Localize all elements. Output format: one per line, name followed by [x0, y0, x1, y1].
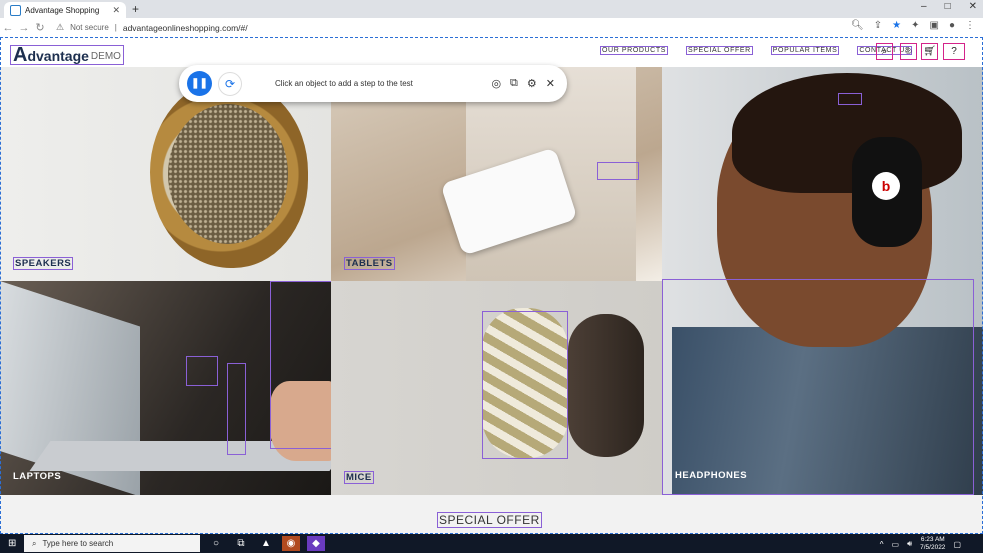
share-icon[interactable]: ⇪: [874, 20, 882, 31]
recorder-message: Click an object to add a step to the tes…: [275, 79, 413, 88]
zoom-icon[interactable]: 🔍︎: [851, 20, 864, 31]
site-header: A dvantage DEMO OUR PRODUCTS SPECIAL OFF…: [0, 37, 983, 67]
highlight-box: [186, 356, 218, 386]
profile-icon[interactable]: ●: [949, 20, 955, 31]
new-tab-button[interactable]: +: [132, 2, 139, 16]
category-laptops[interactable]: LAPTOPS: [0, 281, 331, 495]
brown-mouse-image: [568, 314, 644, 457]
highlight-box: [270, 281, 331, 449]
volume-icon[interactable]: 🔊︎: [907, 539, 912, 549]
recorder-toolbar: ❚❚ ⟳ Click an object to add a step to th…: [179, 65, 567, 102]
highlight-box: [227, 363, 246, 455]
notifications-icon[interactable]: ▢: [953, 540, 961, 549]
close-tab-icon[interactable]: ✕: [112, 5, 120, 16]
app-icon[interactable]: ▲: [257, 536, 275, 551]
menu-special-offer[interactable]: SPECIAL OFFER: [685, 46, 753, 55]
cortana-icon[interactable]: ○: [207, 536, 225, 551]
category-headphones[interactable]: b HEADPHONES: [662, 67, 983, 495]
highlight-box: [662, 279, 974, 495]
logo-sub: DEMO: [90, 51, 121, 62]
clock[interactable]: 6:23 AM 7/5/2022: [920, 536, 945, 552]
separator: |: [114, 23, 117, 32]
bookmark-star-icon[interactable]: ★: [892, 20, 901, 31]
target-icon[interactable]: ◎: [491, 77, 501, 90]
favicon-icon: [10, 4, 21, 16]
tray-chevron-icon[interactable]: ^: [880, 540, 884, 549]
mice-label[interactable]: MICE: [344, 471, 374, 484]
menu-popular-items[interactable]: POPULAR ITEMS: [770, 46, 840, 55]
taskbar-search-placeholder: Type here to search: [42, 539, 114, 548]
taskbar: ⊞ ⌕ Type here to search ○ ⧉ ▲ ◉ ◆ ^ ▭ 🔊︎…: [0, 534, 983, 553]
warning-icon: ⚠: [56, 22, 65, 32]
recorder-icons: ◎ ⧉ ⚙ ✕: [491, 77, 555, 90]
settings-icon[interactable]: ⚙: [527, 77, 537, 90]
help-icon[interactable]: ?: [943, 43, 965, 60]
recorder-app-icon[interactable]: ◆: [307, 536, 325, 551]
search-glass-icon: ⌕: [32, 538, 37, 548]
screenshot-icon[interactable]: ⧉: [510, 77, 518, 90]
clock-date: 7/5/2022: [920, 544, 946, 551]
special-offer-heading[interactable]: SPECIAL OFFER: [437, 512, 542, 528]
tab-title: Advantage Shopping: [25, 5, 100, 15]
taskbar-apps: ○ ⧉ ▲ ◉ ◆: [207, 536, 325, 551]
sidepanel-icon[interactable]: ▣: [930, 20, 939, 31]
browser-tabstrip: Advantage Shopping ✕ + – □ ✕: [0, 0, 983, 18]
minimize-button[interactable]: –: [921, 1, 927, 12]
system-tray: ^ ▭ 🔊︎ 6:23 AM 7/5/2022 ▢: [880, 536, 961, 552]
sync-button[interactable]: ⟳: [218, 71, 242, 96]
laptops-label[interactable]: LAPTOPS: [13, 471, 61, 482]
close-window-button[interactable]: ✕: [969, 1, 977, 12]
url-text[interactable]: advantageonlineshopping.com/#/: [123, 23, 248, 33]
site-logo[interactable]: A dvantage DEMO: [10, 45, 124, 65]
highlight-box: [838, 93, 862, 105]
security-label: Not secure: [70, 23, 109, 32]
browser-toolbar: ← → ↻ ⚠ Not secure | advantageonlineshop…: [0, 18, 983, 37]
forward-icon[interactable]: →: [16, 22, 32, 34]
network-icon[interactable]: ▭: [892, 540, 900, 549]
user-icon[interactable]: ☺: [900, 43, 917, 60]
extensions-icon[interactable]: ✦: [911, 20, 919, 31]
headphones-label[interactable]: HEADPHONES: [675, 470, 747, 481]
task-view-icon[interactable]: ⧉: [232, 536, 250, 551]
search-icon[interactable]: ⌕: [876, 43, 893, 60]
back-icon[interactable]: ←: [0, 22, 16, 34]
close-icon[interactable]: ✕: [546, 77, 555, 90]
menu-icon[interactable]: ⋮: [965, 20, 975, 31]
highlight-box: [597, 162, 639, 180]
chrome-icon[interactable]: ◉: [282, 536, 300, 551]
hair-image: [732, 73, 962, 193]
window-controls: – □ ✕: [921, 1, 977, 12]
speaker-image: [150, 80, 308, 268]
highlight-box: [482, 311, 568, 459]
maximize-button[interactable]: □: [945, 1, 951, 12]
tablets-label[interactable]: TABLETS: [344, 257, 395, 270]
category-mice[interactable]: MICE: [331, 281, 662, 495]
cart-icon[interactable]: 🛒︎: [921, 43, 938, 60]
main-menu: OUR PRODUCTS SPECIAL OFFER POPULAR ITEMS…: [600, 46, 913, 55]
toolbar-icons: 🔍︎ ⇪ ★ ✦ ▣ ● ⋮: [851, 20, 975, 31]
pause-button[interactable]: ❚❚: [187, 71, 212, 96]
page-content: A dvantage DEMO OUR PRODUCTS SPECIAL OFF…: [0, 37, 983, 534]
browser-tab[interactable]: Advantage Shopping ✕: [4, 2, 126, 18]
clock-time: 6:23 AM: [920, 536, 945, 543]
address-bar[interactable]: ⚠ Not secure | advantageonlineshopping.c…: [56, 20, 856, 35]
special-offer-section: SPECIAL OFFER: [0, 495, 983, 534]
menu-our-products[interactable]: OUR PRODUCTS: [600, 46, 668, 55]
taskbar-search[interactable]: ⌕ Type here to search: [24, 535, 200, 552]
reload-icon[interactable]: ↻: [32, 21, 48, 34]
logo-letter: A: [13, 44, 28, 66]
windows-start-icon[interactable]: ⊞: [8, 538, 16, 549]
speakers-label[interactable]: SPEAKERS: [13, 257, 74, 270]
headphones-image: b: [852, 137, 922, 247]
logo-text: dvantage: [27, 48, 89, 64]
